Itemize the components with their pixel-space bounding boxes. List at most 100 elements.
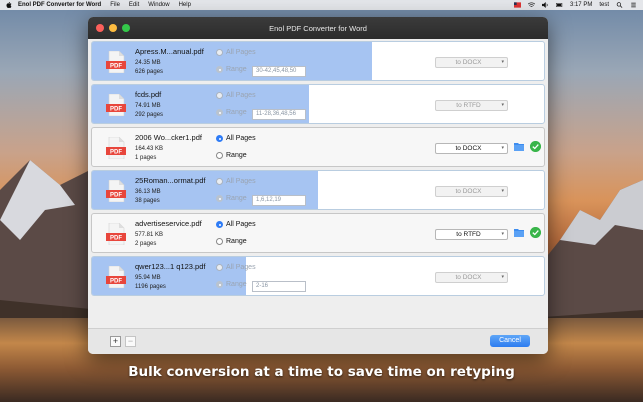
range-radio[interactable]: Range	[216, 195, 247, 202]
close-window-icon[interactable]	[96, 24, 104, 32]
apple-menu-icon[interactable]	[6, 2, 12, 8]
pdf-file-icon: PDF	[106, 137, 126, 159]
all-pages-label: All Pages	[226, 135, 256, 142]
svg-text:PDF: PDF	[110, 107, 122, 113]
range-label: Range	[226, 238, 247, 245]
add-file-button[interactable]: +	[110, 336, 121, 347]
show-in-folder-icon[interactable]	[514, 142, 524, 151]
file-row[interactable]: PDF fcds.pdf 74.91 MB 292 pages All Pages …	[91, 84, 545, 124]
file-page-count: 292 pages	[135, 112, 164, 118]
range-radio[interactable]: Range	[216, 66, 247, 73]
output-format-select[interactable]: to DOCX ▾	[435, 57, 508, 68]
file-name: 2006 Wo...cker1.pdf	[135, 133, 202, 142]
zoom-window-icon[interactable]	[122, 24, 130, 32]
range-radio[interactable]: Range	[216, 152, 247, 159]
menu-user[interactable]: test	[599, 2, 609, 8]
file-row[interactable]: PDF qwer123...1 q123.pdf 95.94 MB 1196 pag…	[91, 256, 545, 296]
menu-clock[interactable]: 3:17 PM	[570, 2, 592, 8]
radio-button-icon[interactable]	[216, 238, 223, 245]
output-format-select[interactable]: to RTFD ▾	[435, 229, 508, 240]
all-pages-radio[interactable]: All Pages	[216, 264, 256, 271]
pdf-file-icon: PDF	[106, 94, 126, 116]
file-row[interactable]: PDF 2006 Wo...cker1.pdf 164.43 KB 1 pages …	[91, 127, 545, 167]
cancel-button[interactable]: Cancel	[490, 335, 530, 347]
flag-icon[interactable]	[513, 2, 521, 8]
file-row[interactable]: PDF 25Roman...ormat.pdf 36.13 MB 38 pages …	[91, 170, 545, 210]
menu-app-name[interactable]: Enol PDF Converter for Word	[18, 2, 101, 8]
radio-button-icon[interactable]	[216, 152, 223, 159]
menu-edit[interactable]: Edit	[129, 2, 139, 8]
page-range-input[interactable]: 2-16	[252, 281, 306, 292]
range-label: Range	[226, 66, 247, 73]
file-page-count: 626 pages	[135, 69, 164, 75]
radio-button-icon[interactable]	[216, 221, 223, 228]
all-pages-label: All Pages	[226, 92, 256, 99]
radio-button-icon[interactable]	[216, 92, 223, 99]
radio-button-icon[interactable]	[216, 49, 223, 56]
file-row[interactable]: PDF advertiseservice.pdf 577.81 KB 2 pages…	[91, 213, 545, 253]
remove-file-button[interactable]: −	[125, 336, 136, 347]
battery-icon[interactable]	[556, 2, 563, 8]
volume-icon[interactable]	[541, 2, 549, 8]
radio-button-icon[interactable]	[216, 135, 223, 142]
svg-text:PDF: PDF	[110, 236, 122, 242]
range-radio[interactable]: Range	[216, 281, 247, 288]
all-pages-radio[interactable]: All Pages	[216, 49, 256, 56]
file-size: 577.81 KB	[135, 232, 164, 238]
file-size: 24.35 MB	[135, 60, 161, 66]
file-name: Apress.M...anual.pdf	[135, 47, 204, 56]
wifi-icon[interactable]	[527, 2, 535, 8]
chevron-updown-icon: ▾	[501, 102, 504, 108]
output-format-value: to DOCX	[455, 274, 482, 281]
page-range-input[interactable]: 1,6,12,19	[252, 195, 306, 206]
menu-bar: Enol PDF Converter for Word File Edit Wi…	[0, 0, 643, 10]
range-label: Range	[226, 109, 247, 116]
output-format-select[interactable]: to DOCX ▾	[435, 186, 508, 197]
page-range-input[interactable]: 11-28,36,48,56	[252, 109, 306, 120]
radio-button-icon[interactable]	[216, 109, 223, 116]
all-pages-radio[interactable]: All Pages	[216, 92, 256, 99]
svg-text:PDF: PDF	[110, 193, 122, 199]
file-page-count: 1196 pages	[135, 284, 166, 290]
range-label: Range	[226, 195, 247, 202]
menu-help[interactable]: Help	[179, 2, 191, 8]
pdf-file-icon: PDF	[106, 51, 126, 73]
radio-button-icon[interactable]	[216, 281, 223, 288]
output-format-select[interactable]: to RTFD ▾	[435, 100, 508, 111]
range-label: Range	[226, 152, 247, 159]
bottom-toolbar: + − Cancel	[88, 328, 548, 354]
file-name: qwer123...1 q123.pdf	[135, 262, 206, 271]
pdf-file-icon: PDF	[106, 180, 126, 202]
title-bar[interactable]: Enol PDF Converter for Word	[88, 17, 548, 39]
all-pages-radio[interactable]: All Pages	[216, 221, 256, 228]
window-title: Enol PDF Converter for Word	[269, 23, 367, 33]
all-pages-label: All Pages	[226, 221, 256, 228]
output-format-value: to DOCX	[455, 188, 482, 195]
range-radio[interactable]: Range	[216, 109, 247, 116]
output-format-select[interactable]: to DOCX ▾	[435, 143, 508, 154]
checkmark-done-icon	[530, 141, 541, 152]
output-format-select[interactable]: to DOCX ▾	[435, 272, 508, 283]
radio-button-icon[interactable]	[216, 195, 223, 202]
file-size: 95.94 MB	[135, 275, 161, 281]
show-in-folder-icon[interactable]	[514, 228, 524, 237]
file-size: 36.13 MB	[135, 189, 161, 195]
notification-center-icon[interactable]	[630, 2, 637, 8]
output-format-value: to RTFD	[456, 231, 481, 238]
svg-text:PDF: PDF	[110, 279, 122, 285]
radio-button-icon[interactable]	[216, 178, 223, 185]
minimize-window-icon[interactable]	[109, 24, 117, 32]
page-range-input[interactable]: 30-42,45,48,50	[252, 66, 306, 77]
search-icon[interactable]	[616, 2, 623, 8]
range-radio[interactable]: Range	[216, 238, 247, 245]
menu-window[interactable]: Window	[148, 2, 169, 8]
file-row[interactable]: PDF Apress.M...anual.pdf 24.35 MB 626 page…	[91, 41, 545, 81]
menu-file[interactable]: File	[110, 2, 120, 8]
all-pages-radio[interactable]: All Pages	[216, 178, 256, 185]
svg-text:PDF: PDF	[110, 64, 122, 70]
chevron-updown-icon: ▾	[501, 188, 504, 194]
output-format-value: to DOCX	[455, 59, 482, 66]
radio-button-icon[interactable]	[216, 66, 223, 73]
radio-button-icon[interactable]	[216, 264, 223, 271]
all-pages-radio[interactable]: All Pages	[216, 135, 256, 142]
